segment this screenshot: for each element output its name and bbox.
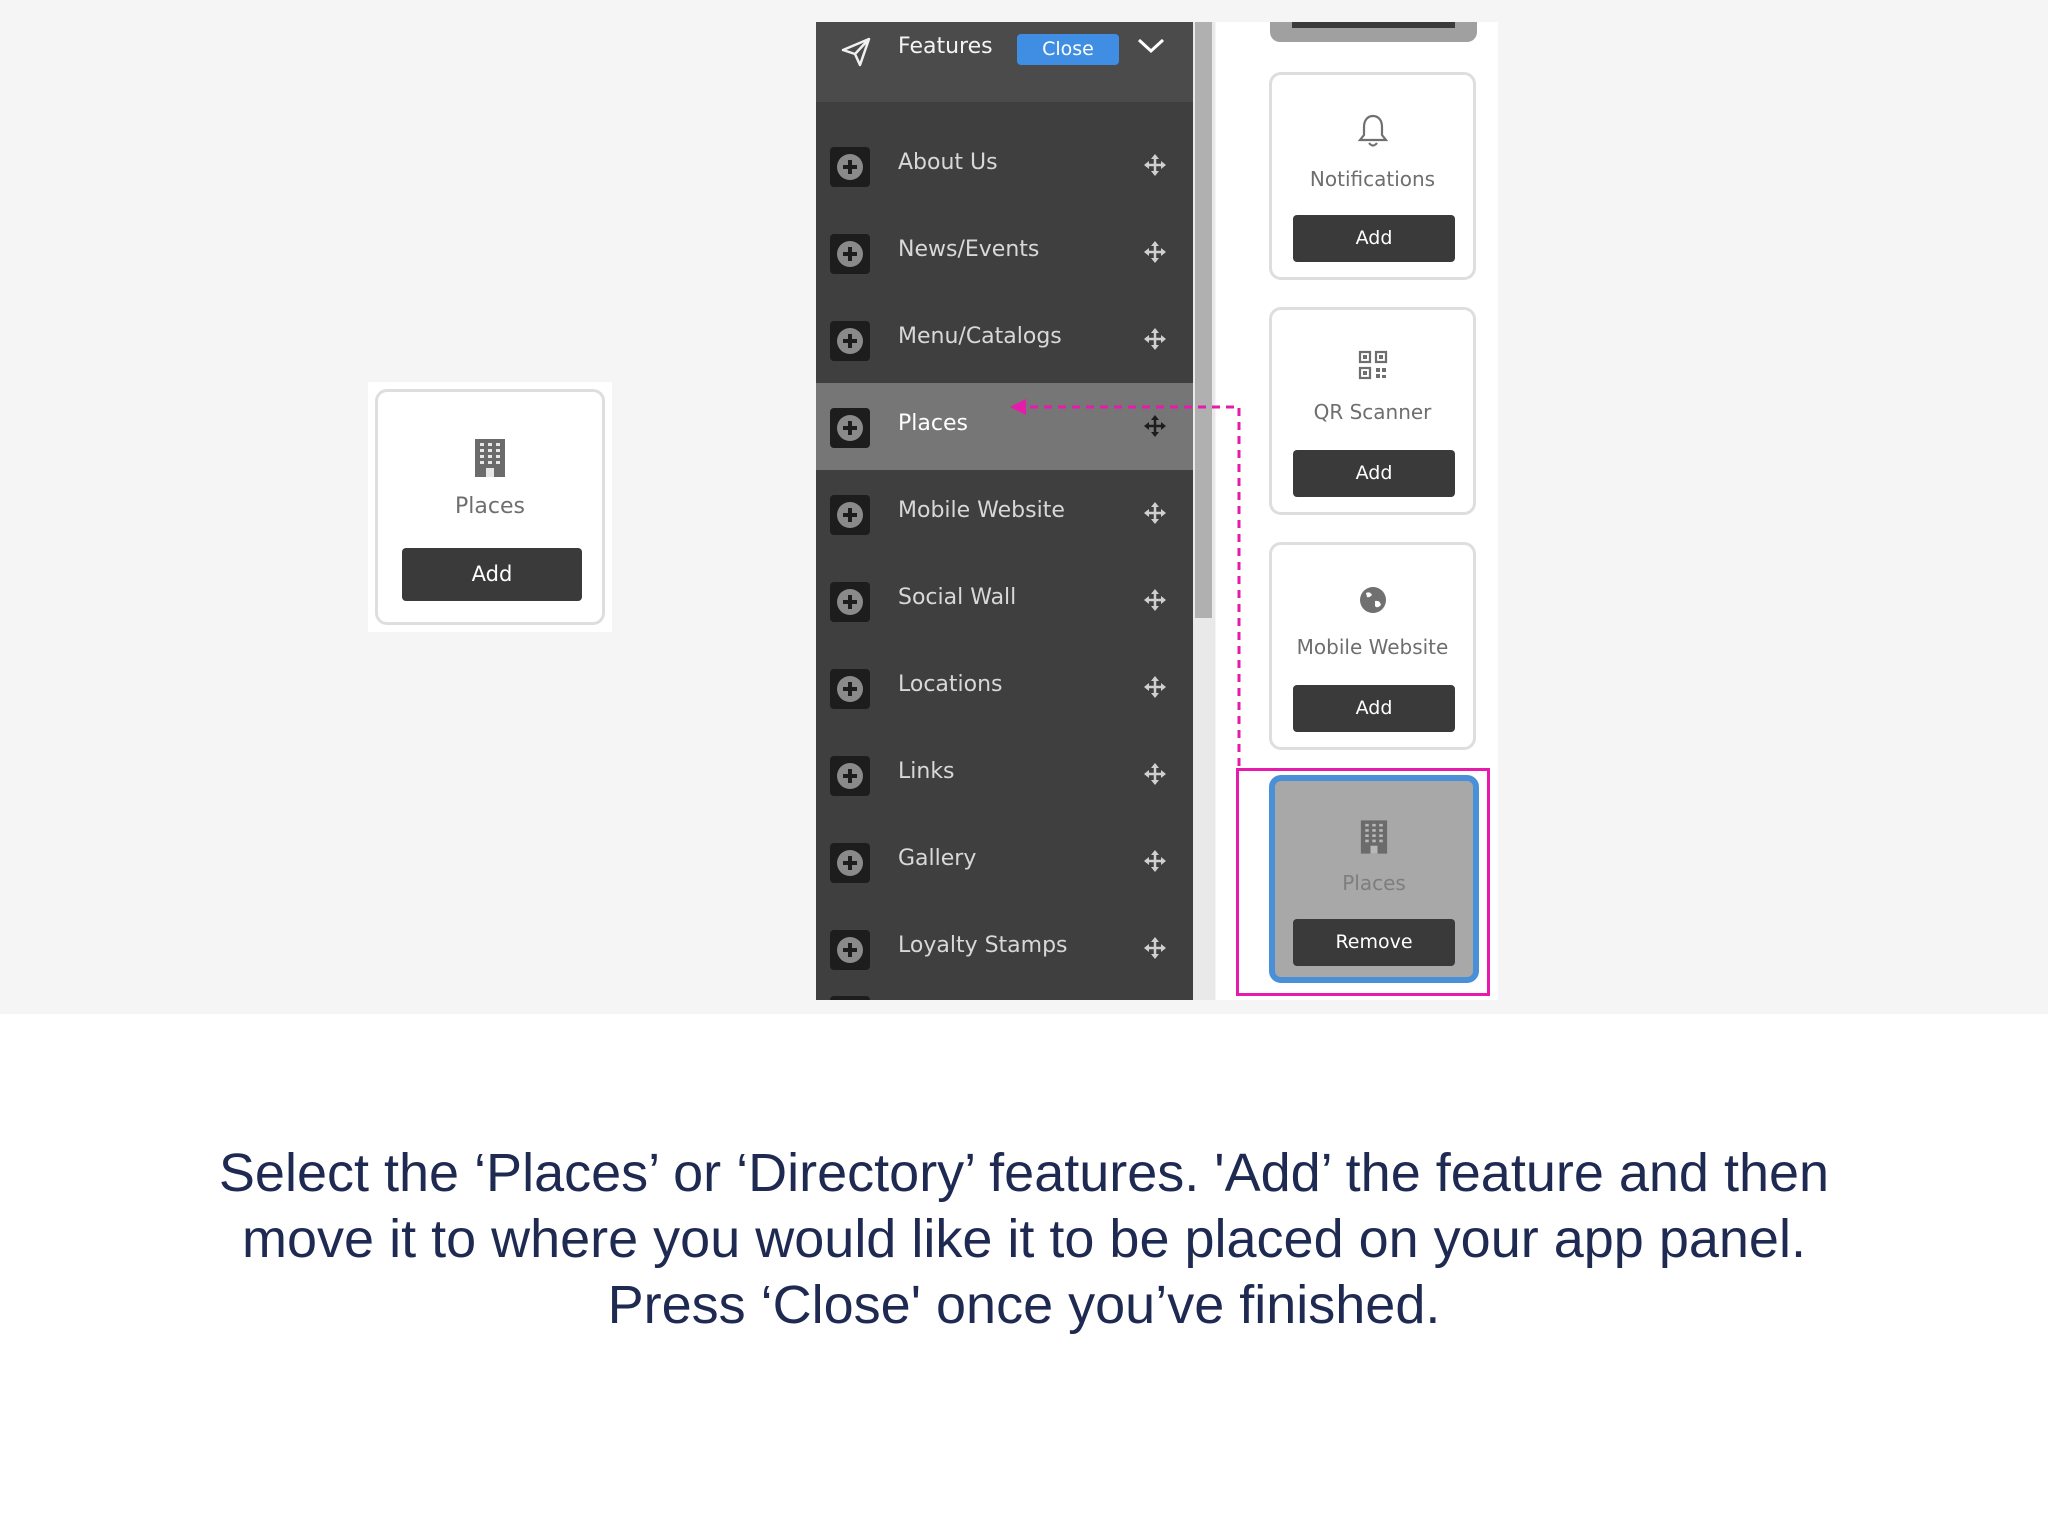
drag-arrow bbox=[1010, 399, 1241, 766]
caption-line: move it to where you would like it to be… bbox=[242, 1209, 1806, 1269]
instruction-caption: Select the ‘Places’ or ‘Directory’ featu… bbox=[0, 1140, 2048, 1338]
caption-line: Select the ‘Places’ or ‘Directory’ featu… bbox=[218, 1143, 1830, 1203]
caption-line: Press ‘Close' once you’ve finished. bbox=[607, 1275, 1441, 1335]
